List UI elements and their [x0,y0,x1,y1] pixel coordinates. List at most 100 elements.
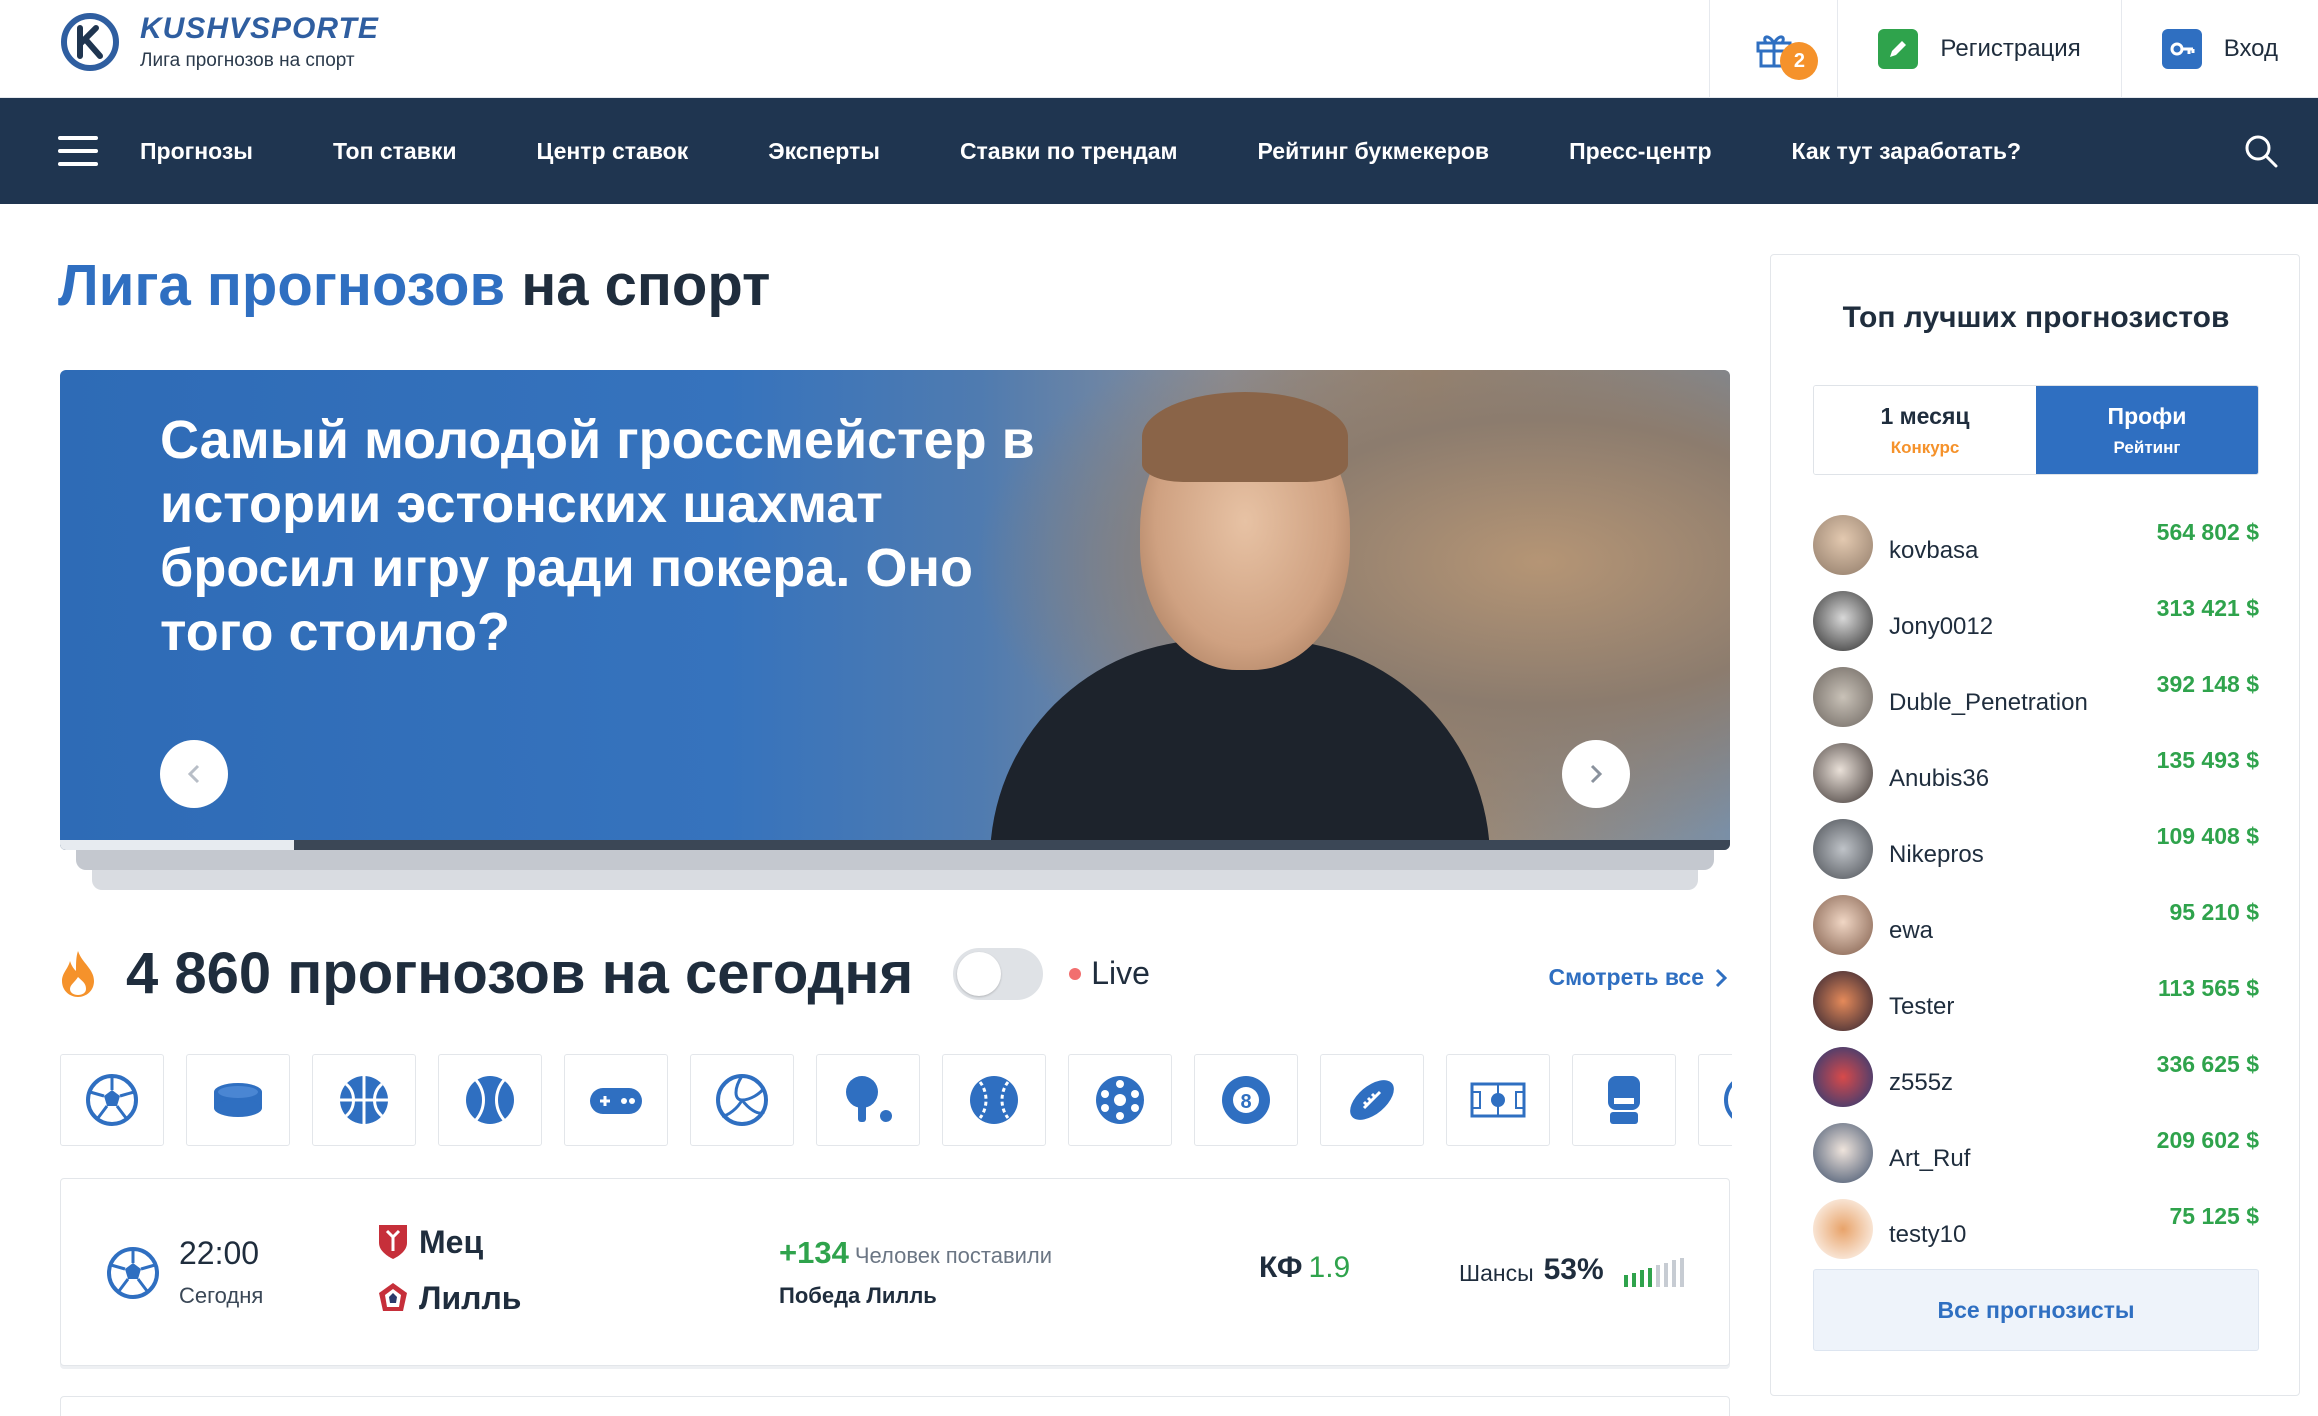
nav-item-bet-center[interactable]: Центр ставок [537,138,689,165]
nav-item-top-bets[interactable]: Топ ставки [333,138,457,165]
sport-filter-billiards[interactable]: 8 [1194,1054,1298,1146]
match-time: 22:00 [179,1235,260,1271]
top-forecasters-panel: Топ лучших прогнозистов 1 месяц Конкурс … [1770,254,2300,1396]
chevron-right-icon [1715,968,1728,987]
list-item[interactable]: Duble_Penetration 392 148 $ [1813,659,2259,735]
forecaster-list: kovbasa 564 802 $ Jony0012 313 421 $ Duble… [1813,507,2259,1267]
sport-filter-hockey[interactable] [186,1054,290,1146]
register-button[interactable]: Регистрация [1837,0,2120,98]
avatar [1813,895,1873,955]
gift-badge: 2 [1780,42,1819,80]
logo-icon [61,13,119,71]
team-home[interactable]: Мец [377,1223,483,1261]
match-card[interactable]: 22:00 Сегодня Мец Лилль +134 Человек пост… [60,1178,1730,1366]
tab-month[interactable]: 1 месяц Конкурс [1814,386,2036,474]
key-icon [2161,29,2202,69]
bets-count: +134 Человек поставили [779,1235,1053,1270]
tab-pro[interactable]: Профи Рейтинг [2036,386,2258,474]
see-all-link[interactable]: Смотреть все [1548,964,1730,991]
chance-bar [1647,1267,1652,1287]
sport-filter-basketball[interactable] [312,1054,416,1146]
match-day: Сегодня [179,1283,264,1308]
volleyball-icon [716,1074,768,1126]
sport-filter-boxing[interactable] [1572,1054,1676,1146]
forecasts-title: 4 860 прогнозов на сегодня [126,941,914,1006]
gift-button[interactable]: 2 [1709,0,1837,98]
soccer-icon [86,1074,138,1126]
list-item[interactable]: kovbasa 564 802 $ [1813,507,2259,583]
nav-item-forecasts[interactable]: Прогнозы [140,138,253,165]
sport-filter-list: 8 [60,1054,1732,1146]
page-title: Лига прогнозов на спорт [58,253,771,318]
chance-bars [1623,1257,1688,1287]
avatar [1813,591,1873,651]
hockey-puck-icon [214,1083,262,1117]
list-item[interactable]: Art_Ruf 209 602 $ [1813,1115,2259,1191]
avatar [1813,971,1873,1031]
futsal-icon [1096,1076,1144,1124]
boxing-glove-icon [1608,1076,1640,1124]
soccer-icon [107,1247,159,1299]
sport-filter-baseball[interactable] [942,1054,1046,1146]
sport-filter-table-soccer[interactable] [1446,1054,1550,1146]
list-item[interactable]: testy10 75 125 $ [1813,1191,2259,1267]
logo-subtitle: Лига прогнозов на спорт [140,50,355,71]
chance-bar [1639,1270,1644,1287]
sport-filter-volleyball[interactable] [690,1054,794,1146]
forecasts-header: 4 860 прогнозов на сегодня Live Смотреть… [58,940,1730,1007]
slider-next-button[interactable] [1562,740,1630,808]
logo[interactable]: KUSHVSPORTE Лига прогнозов на спорт [58,10,379,74]
live-toggle[interactable] [953,947,1044,1000]
list-item[interactable]: Jony0012 313 421 $ [1813,583,2259,659]
live-label: Live [1091,955,1150,991]
logo-title: KUSHVSPORTE [140,12,379,45]
avatar [1813,515,1873,575]
slider-banner[interactable]: Самый молодой гроссмейстер в истории эст… [60,370,1730,850]
more-sport-icon [1724,1081,1732,1119]
list-item[interactable]: Tester 113 565 $ [1813,963,2259,1039]
all-forecasters-button[interactable]: Все прогнозисты [1813,1269,2259,1351]
sidebar-tabs: 1 месяц Конкурс Профи Рейтинг [1813,385,2259,475]
bet-pick: Победа Лилль [779,1283,937,1308]
avatar [1813,1047,1873,1107]
main-nav: Прогнозы Топ ставки Центр ставок Эксперт… [0,98,2318,204]
chance-bar [1623,1275,1628,1287]
list-item[interactable]: Nikepros 109 408 $ [1813,811,2259,887]
list-item[interactable]: z555z 336 625 $ [1813,1039,2259,1115]
avatar [1813,1123,1873,1183]
edit-icon [1878,29,1919,69]
list-item[interactable]: ewa 95 210 $ [1813,887,2259,963]
team-away[interactable]: Лилль [377,1279,521,1317]
list-item[interactable]: Anubis36 135 493 $ [1813,735,2259,811]
sport-filter-more[interactable] [1698,1054,1732,1146]
login-button[interactable]: Вход [2120,0,2318,98]
american-football-icon [1350,1080,1394,1120]
nav-item-trend-bets[interactable]: Ставки по трендам [960,138,1178,165]
news-slider: Самый молодой гроссмейстер в истории эст… [60,370,1730,890]
search-icon[interactable] [2244,134,2278,168]
chevron-left-icon [187,764,200,784]
slider-progress [60,840,1730,850]
team-crest-icon [379,1283,407,1311]
menu-icon[interactable] [58,136,98,166]
nav-item-how-to-earn[interactable]: Как тут заработать? [1792,138,2022,165]
sport-filter-esports[interactable] [564,1054,668,1146]
banner-headline[interactable]: Самый молодой гроссмейстер в истории эст… [160,408,1060,664]
chance: Шансы 53% [1459,1253,1688,1287]
slider-prev-button[interactable] [160,740,228,808]
sport-filter-tennis[interactable] [438,1054,542,1146]
nav-item-bookmaker-rating[interactable]: Рейтинг букмекеров [1258,138,1490,165]
sport-filter-soccer[interactable] [60,1054,164,1146]
match-card[interactable] [60,1396,1730,1416]
sport-filter-table-tennis[interactable] [816,1054,920,1146]
chance-bar [1671,1260,1676,1287]
sport-filter-american-football[interactable] [1320,1054,1424,1146]
sport-filter-futsal[interactable] [1068,1054,1172,1146]
chance-bar [1655,1265,1660,1287]
sidebar-title: Топ лучших прогнозистов [1842,301,2230,334]
nav-item-press-center[interactable]: Пресс-центр [1569,138,1711,165]
nav-item-experts[interactable]: Эксперты [768,138,880,165]
svg-text:8: 8 [1240,1091,1251,1113]
table-soccer-icon [1470,1082,1526,1118]
register-label: Регистрация [1940,35,2081,62]
